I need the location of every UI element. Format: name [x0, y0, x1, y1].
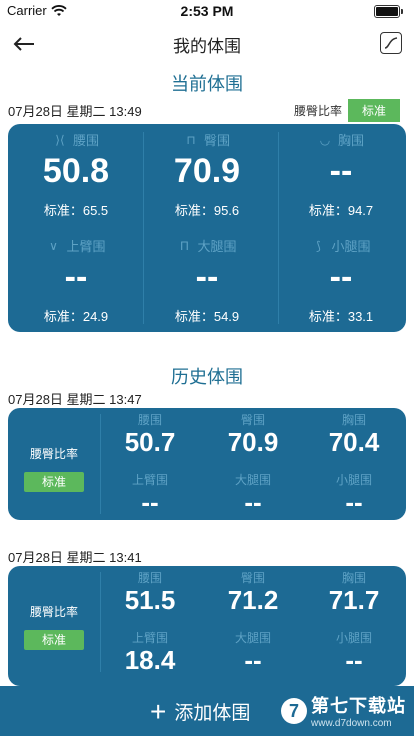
- measure-value: --: [64, 258, 88, 296]
- current-ratio: 腰臀比率 标准: [294, 99, 400, 122]
- trend-chart-button[interactable]: [380, 32, 402, 54]
- history-record-card[interactable]: 腰臀比率 标准 腰围 51.5 臀围 71.2 胸围 71.7 上臂围 18.4…: [8, 566, 406, 686]
- measure-standard: 标准：54.9: [174, 309, 240, 324]
- measure-label: 臀围: [203, 133, 230, 148]
- page-title: 我的体围: [173, 37, 241, 56]
- measure-label: 上臂围: [131, 631, 168, 645]
- battery-icon: [374, 5, 403, 18]
- measure-label: 小腿围: [335, 473, 372, 487]
- measure-label: 胸围: [337, 133, 364, 148]
- ratio-label: 腰臀比率: [29, 605, 78, 619]
- chest-icon: ◡: [319, 132, 331, 147]
- current-section-title: 当前体围: [171, 74, 243, 94]
- measure-hip: ⊓ 臀围 70.9 标准：95.6: [142, 124, 272, 224]
- history-measure: 臀围 70.9: [203, 411, 303, 461]
- measure-label: 大腿围: [197, 239, 237, 254]
- history-ratio: 腰臀比率 标准: [8, 566, 100, 686]
- measure-value: --: [244, 645, 262, 675]
- add-button-content: + 添加体围: [150, 695, 251, 727]
- measure-value: 18.4: [124, 645, 176, 675]
- measure-value: --: [141, 487, 159, 517]
- measure-chest: ◡ 胸围 -- 标准：94.7: [276, 124, 406, 224]
- measure-value: --: [329, 152, 353, 190]
- clock: 2:53 PM: [180, 3, 234, 19]
- measure-standard: 标准：33.1: [308, 309, 374, 324]
- measure-value: 70.4: [328, 427, 380, 457]
- ratio-status-badge: 标准: [24, 472, 84, 492]
- measure-label: 小腿围: [335, 631, 372, 645]
- history-measure: 上臂围 --: [100, 471, 200, 521]
- current-timestamp: 07月28日 星期二 13:49: [8, 104, 142, 119]
- measure-label: 大腿围: [234, 631, 271, 645]
- nav-bar: 我的体围: [0, 22, 414, 66]
- measure-value: --: [345, 645, 363, 675]
- history-measure: 大腿围 --: [203, 629, 303, 679]
- measure-standard: 标准：65.5: [43, 203, 109, 218]
- history-measure: 腰围 51.5: [100, 569, 200, 619]
- add-button-label: 添加体围: [174, 703, 251, 724]
- watermark-url: www.d7down.com: [311, 718, 392, 729]
- measure-label: 腰围: [72, 133, 99, 148]
- waist-icon: ⟩⟨: [55, 132, 65, 147]
- history-measure: 小腿围 --: [304, 471, 404, 521]
- measure-value: 50.7: [124, 427, 176, 457]
- hip-icon: ⊓: [186, 132, 196, 147]
- status-bar: Carrier 2:53 PM: [0, 0, 414, 22]
- history-section-title: 历史体围: [171, 367, 243, 387]
- measure-label: 胸围: [341, 413, 366, 427]
- measure-value: --: [195, 258, 219, 296]
- history-measure: 上臂围 18.4: [100, 629, 200, 679]
- history-timestamp: 07月28日 星期二 13:41: [8, 550, 142, 565]
- measure-waist: ⟩⟨ 腰围 50.8 标准：65.5: [11, 124, 141, 224]
- ratio-status-badge: 标准: [347, 99, 400, 122]
- plus-icon: +: [150, 695, 167, 727]
- measure-value: --: [244, 487, 262, 517]
- measure-label: 腰围: [137, 413, 162, 427]
- measure-label: 胸围: [341, 571, 366, 585]
- measure-label: 臀围: [240, 571, 265, 585]
- history-ratio: 腰臀比率 标准: [8, 408, 100, 520]
- thigh-icon: Π: [180, 238, 189, 253]
- history-measure: 小腿围 --: [304, 629, 404, 679]
- measure-calf: ⟆ 小腿围 -- 标准：33.1: [276, 230, 406, 330]
- measure-value: --: [345, 487, 363, 517]
- measure-label: 上臂围: [66, 239, 106, 254]
- measure-label: 腰围: [137, 571, 162, 585]
- measure-value: 70.9: [173, 152, 241, 190]
- ratio-label: 腰臀比率: [29, 447, 78, 461]
- measure-value: 51.5: [124, 585, 176, 615]
- measure-label: 小腿围: [331, 239, 371, 254]
- measure-standard: 标准：94.7: [308, 203, 374, 218]
- measure-value: 50.8: [42, 152, 110, 190]
- line-chart-icon: [384, 37, 398, 49]
- current-measurements-card: ⟩⟨ 腰围 50.8 标准：65.5 ⊓ 臀围 70.9 标准：95.6 ◡ 胸围 -…: [8, 124, 406, 332]
- upper-arm-icon: ∨: [49, 238, 58, 253]
- measure-thigh: Π 大腿围 -- 标准：54.9: [142, 230, 272, 330]
- calf-icon: ⟆: [316, 238, 321, 253]
- history-measure: 大腿围 --: [203, 471, 303, 521]
- watermark-title: 第七下载站: [311, 696, 406, 716]
- measure-value: --: [329, 258, 353, 296]
- measure-value: 71.7: [328, 585, 380, 615]
- history-record-card[interactable]: 腰臀比率 标准 腰围 50.7 臀围 70.9 胸围 70.4 上臂围 -- 大…: [8, 408, 406, 520]
- measure-standard: 标准：24.9: [43, 309, 109, 324]
- measure-label: 臀围: [240, 413, 265, 427]
- add-measurement-button[interactable]: + 添加体围 7 第七下载站 www.d7down.com: [0, 686, 414, 736]
- ratio-label: 腰臀比率: [293, 104, 342, 118]
- history-measure: 胸围 71.7: [304, 569, 404, 619]
- watermark-logo: 7: [281, 697, 307, 724]
- measure-upper-arm: ∨ 上臂围 -- 标准：24.9: [11, 230, 141, 330]
- measure-label: 上臂围: [131, 473, 168, 487]
- measure-label: 大腿围: [234, 473, 271, 487]
- measure-value: 71.2: [227, 585, 279, 615]
- watermark: 7 第七下载站 www.d7down.com: [281, 692, 406, 729]
- history-measure: 臀围 71.2: [203, 569, 303, 619]
- ratio-status-badge: 标准: [24, 630, 84, 650]
- history-timestamp: 07月28日 星期二 13:47: [8, 392, 142, 407]
- history-measure: 腰围 50.7: [100, 411, 200, 461]
- measure-standard: 标准：95.6: [174, 203, 240, 218]
- history-measure: 胸围 70.4: [304, 411, 404, 461]
- measure-value: 70.9: [227, 427, 279, 457]
